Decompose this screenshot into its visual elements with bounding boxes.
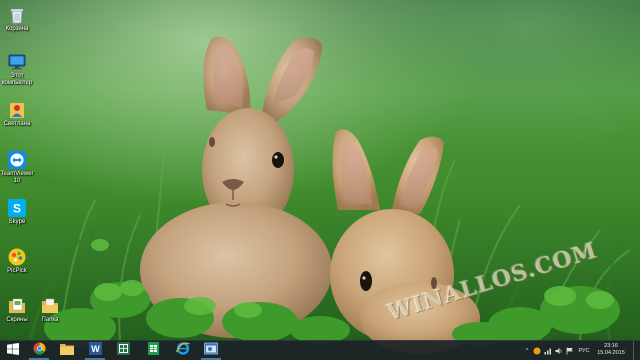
desktop-icon-label: Папка [41,317,59,323]
taskbar: W ^ РУС 23:16 15.04.2015 [0,340,640,360]
clock-time: 23:16 [604,343,618,349]
svg-text:W: W [91,344,100,354]
action-center-flag-icon [566,342,574,360]
desktop-icon-teamviewer[interactable]: TeamViewer 10 [0,150,34,185]
taskbar-app-explorer[interactable] [54,341,80,360]
desktop-icon-label: TeamViewer 10 [0,171,34,184]
desktop-icon-skype[interactable]: S Skype [0,198,34,226]
screenshot-folder-icon [7,296,27,316]
svg-text:S: S [13,202,21,216]
computer-icon [7,52,27,72]
tray-flag[interactable] [565,341,575,360]
spreadsheet-icon [147,341,160,360]
taskbar-app-chrome[interactable] [26,341,52,360]
desktop-icon-label: PicPick [7,268,27,274]
word-icon: W [88,341,102,360]
taskbar-app-word[interactable]: W [82,341,108,360]
windows-logo-icon [7,342,19,360]
desktop-icon-picpick[interactable]: PicPick [0,247,34,275]
tray-volume[interactable] [554,341,564,360]
clock-date: 15.04.2015 [597,350,625,356]
taskbar-app-internet-explorer[interactable] [170,341,196,360]
picpick-icon [7,247,27,267]
desktop-icon-recycle-bin[interactable]: Корзина [0,5,34,33]
tray-overflow-chevron[interactable]: ^ [523,341,531,360]
desktop-icon-this-pc[interactable]: Этот компьютер [0,52,34,87]
desktop-icon-label: Светлана [3,121,31,127]
teamviewer-icon [7,150,27,170]
taskbar-app-sheets[interactable] [140,341,166,360]
network-icon [544,342,552,360]
notification-app-icon [533,342,541,360]
folder-icon [40,296,60,316]
user-folder-icon [7,100,27,120]
desktop-icon-label: Skype [8,219,26,225]
desktop-icon-folder[interactable]: Папка [33,296,67,324]
chrome-icon [32,341,46,360]
file-explorer-icon [60,342,74,360]
tray-app-icon[interactable] [532,341,542,360]
recycle-bin-icon [7,5,27,25]
desktop-wallpaper [0,0,640,359]
window-app-icon [204,342,218,360]
skype-icon: S [7,198,27,218]
desktop-icon-label: Корзина [5,26,29,32]
desktop-icon-user-folder[interactable]: Светлана [0,100,34,128]
chevron-up-icon: ^ [525,347,529,354]
start-button[interactable] [0,341,26,360]
internet-explorer-icon [176,341,190,360]
taskbar-clock[interactable]: 23:16 15.04.2015 [596,343,626,357]
taskbar-app-excel[interactable] [110,341,136,360]
desktop-icon-label: Скрины [6,317,28,323]
excel-icon [116,341,130,360]
system-tray: ^ РУС 23:16 15.04.2015 [520,341,640,360]
tray-network[interactable] [543,341,553,360]
desktop-icon-label: Этот компьютер [1,73,33,86]
show-desktop-button[interactable] [633,341,640,360]
tray-language[interactable]: РУС [576,341,592,360]
desktop-icon-area: Корзина Этот компьютер Светлана TeamView… [0,0,80,340]
desktop-icon-screenshots[interactable]: Скрины [0,296,34,324]
language-indicator: РУС [578,347,590,354]
taskbar-app-window[interactable] [198,341,224,360]
speaker-icon [555,342,563,360]
